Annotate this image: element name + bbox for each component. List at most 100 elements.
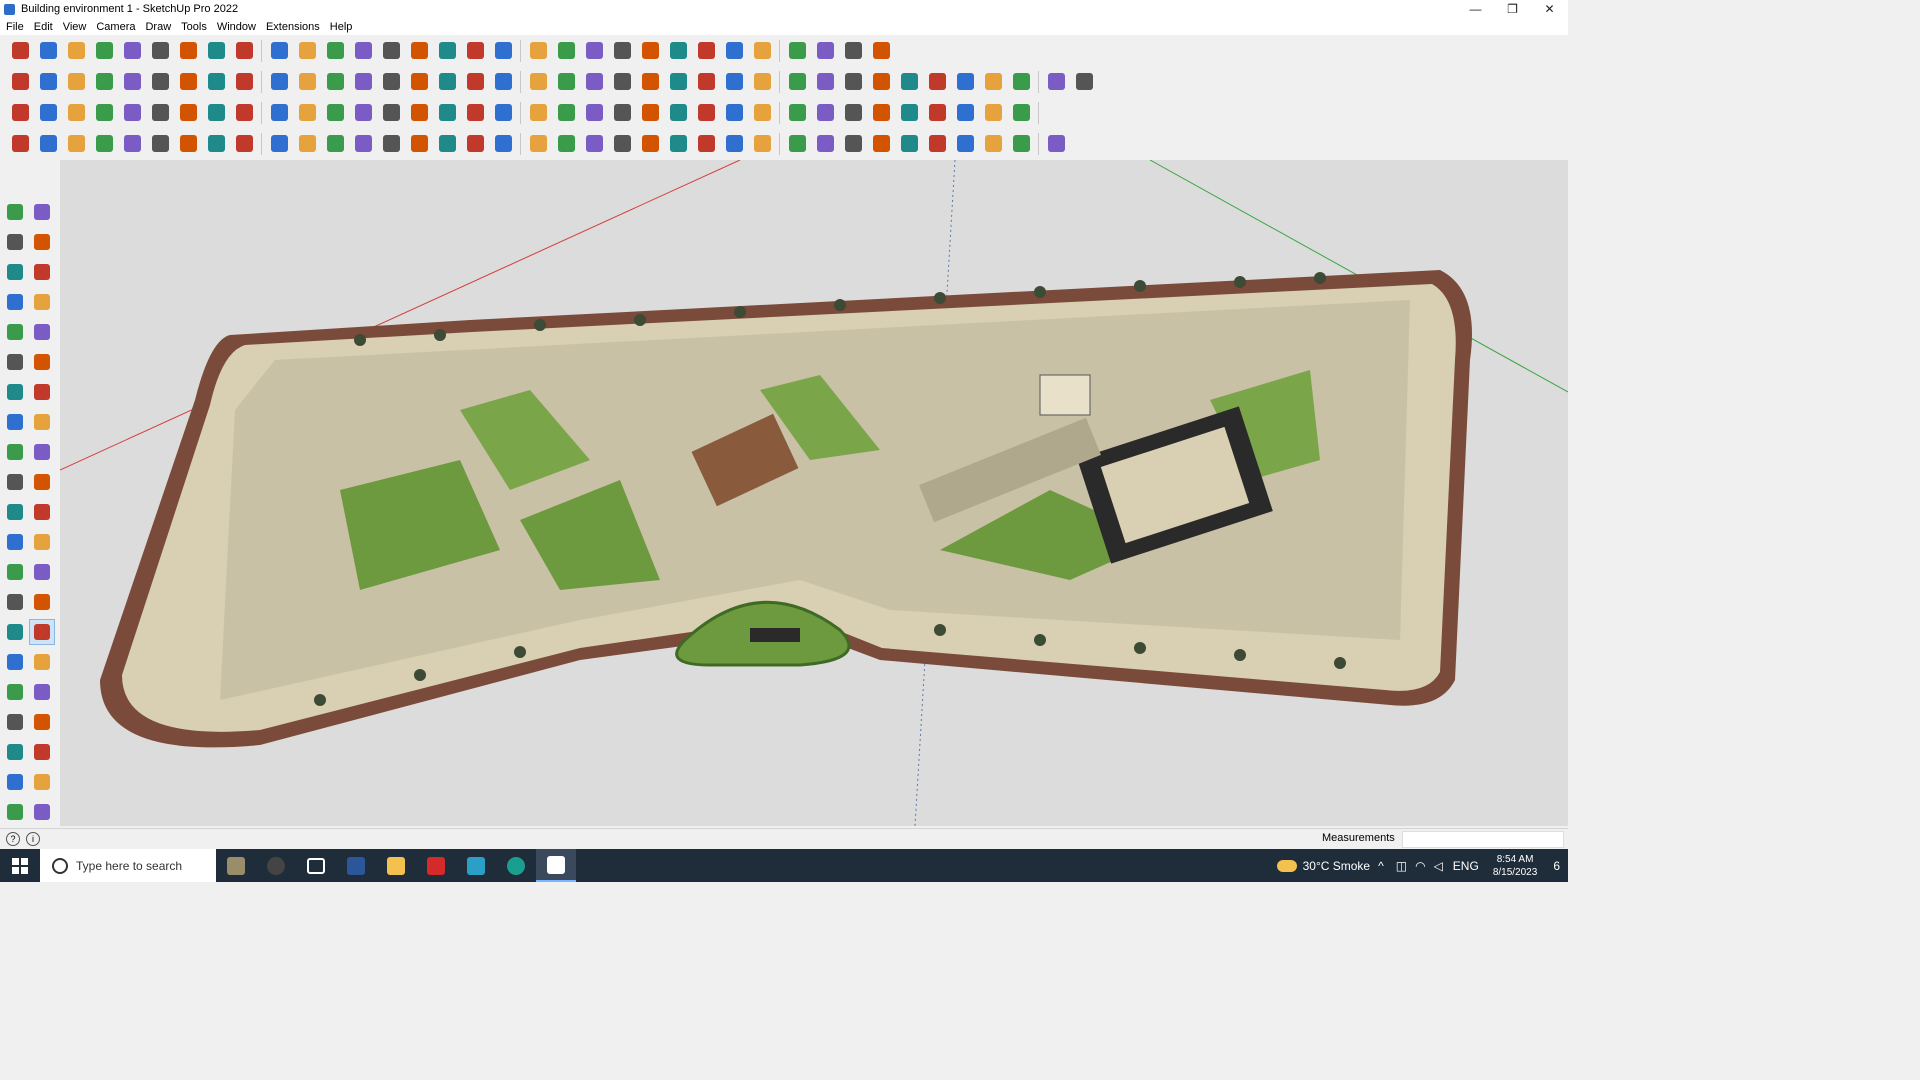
twist-button[interactable] (175, 131, 201, 157)
scatter-button[interactable] (952, 100, 978, 126)
model-viewport[interactable] (60, 160, 1568, 826)
tape-tool[interactable] (3, 530, 27, 554)
clock[interactable]: 8:54 AM 8/15/2023 (1493, 853, 1538, 879)
cross-green-button[interactable] (434, 100, 460, 126)
tag-tool[interactable] (30, 260, 54, 284)
restore-button[interactable]: ❐ (1494, 0, 1531, 18)
look-around-tool[interactable] (30, 710, 54, 734)
dual-line-button[interactable] (693, 131, 719, 157)
iso-view-button[interactable] (7, 69, 33, 95)
import-button[interactable] (91, 69, 117, 95)
arrow2-button[interactable] (322, 131, 348, 157)
ellipse-button[interactable] (665, 69, 691, 95)
node-button[interactable] (378, 100, 404, 126)
axes-button[interactable] (721, 38, 747, 64)
menu-file[interactable]: File (0, 21, 29, 33)
vertex-button[interactable] (7, 131, 33, 157)
leaf-button[interactable] (553, 131, 579, 157)
file-explorer-app[interactable] (376, 849, 416, 882)
section-fill-button[interactable] (1008, 69, 1034, 95)
extrude-button[interactable] (119, 69, 145, 95)
lattice-button[interactable] (896, 100, 922, 126)
arrow-button[interactable] (147, 69, 173, 95)
menu-tools[interactable]: Tools (176, 21, 212, 33)
bulge-button[interactable] (1043, 131, 1069, 157)
pie-tool[interactable] (30, 410, 54, 434)
rotate-button[interactable] (266, 38, 292, 64)
bench-button[interactable] (294, 100, 320, 126)
zoom-button[interactable] (7, 38, 33, 64)
cut-button[interactable] (581, 100, 607, 126)
stairs2-button[interactable] (784, 131, 810, 157)
elbow-button[interactable] (294, 131, 320, 157)
draw-button[interactable] (91, 131, 117, 157)
gear-button[interactable] (231, 131, 257, 157)
menu-camera[interactable]: Camera (91, 21, 140, 33)
panel-outline-button[interactable] (266, 100, 292, 126)
cell-button[interactable] (840, 131, 866, 157)
grid-button[interactable] (980, 69, 1006, 95)
start-button[interactable] (0, 849, 40, 882)
volume-icon[interactable]: ◁ (1434, 859, 1443, 873)
rectangle-tool[interactable] (3, 320, 27, 344)
bezier-button[interactable] (924, 69, 950, 95)
previous-tool[interactable] (30, 680, 54, 704)
pan-tool[interactable] (29, 619, 55, 645)
edge-app[interactable] (496, 849, 536, 882)
zoom-window-button[interactable] (462, 38, 488, 64)
task-view-button[interactable] (296, 849, 336, 882)
curve-button[interactable] (525, 69, 551, 95)
square-button[interactable] (581, 69, 607, 95)
line-button[interactable] (553, 69, 579, 95)
network-icon[interactable]: ◫ (1396, 859, 1407, 873)
cone2-button[interactable] (581, 131, 607, 157)
arc-tool[interactable] (3, 380, 27, 404)
follow-me-tool[interactable] (30, 470, 54, 494)
position-camera-tool[interactable] (3, 710, 27, 734)
headset-app[interactable] (256, 849, 296, 882)
pattern-button[interactable] (868, 131, 894, 157)
rotate-small-button[interactable] (609, 100, 635, 126)
mirror-button[interactable] (203, 69, 229, 95)
calculator-app[interactable] (336, 849, 376, 882)
measurements-input[interactable] (1402, 831, 1564, 848)
zoom-tool[interactable] (3, 650, 27, 674)
zoom-window-tool[interactable] (30, 650, 54, 674)
line-tool[interactable] (3, 290, 27, 314)
dimension-tool[interactable] (30, 530, 54, 554)
push-pull-tool[interactable] (30, 440, 54, 464)
axes-tool[interactable] (3, 590, 27, 614)
panel-button[interactable] (1071, 69, 1097, 95)
section-tool[interactable] (30, 740, 54, 764)
sketchup-app[interactable] (536, 849, 576, 882)
move-small-button[interactable] (637, 100, 663, 126)
extension-tool[interactable] (30, 770, 54, 794)
rotate-tool[interactable] (3, 470, 27, 494)
pencil-button[interactable] (91, 38, 117, 64)
bond-button[interactable] (749, 100, 775, 126)
paint-tool[interactable] (3, 230, 27, 254)
grid2-button[interactable] (924, 100, 950, 126)
account-button[interactable] (637, 38, 663, 64)
measure-button[interactable] (868, 69, 894, 95)
menu-extensions[interactable]: Extensions (261, 21, 325, 33)
pen-line-button[interactable] (350, 131, 376, 157)
orbit2-tool[interactable] (3, 620, 27, 644)
polygon-button[interactable] (749, 69, 775, 95)
grid3-button[interactable] (980, 131, 1006, 157)
menu-draw[interactable]: Draw (140, 21, 176, 33)
rotated-rect-tool[interactable] (30, 320, 54, 344)
chip-button[interactable] (840, 100, 866, 126)
scale-tool-button[interactable] (840, 69, 866, 95)
pen-button[interactable] (784, 69, 810, 95)
brick-button[interactable] (406, 131, 432, 157)
select-tool[interactable] (3, 200, 27, 224)
redo-button[interactable] (840, 38, 866, 64)
lines-button[interactable] (231, 100, 257, 126)
styles-tool[interactable] (30, 800, 54, 824)
roof-button[interactable] (294, 69, 320, 95)
gear-red-button[interactable] (812, 100, 838, 126)
structure-button[interactable] (868, 100, 894, 126)
paint-bucket-button[interactable] (7, 100, 33, 126)
push-pull-button[interactable] (175, 38, 201, 64)
